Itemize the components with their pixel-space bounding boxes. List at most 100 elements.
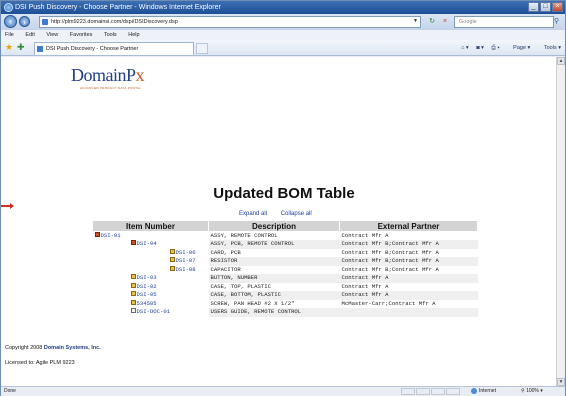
item-cell[interactable]: DSI-01 bbox=[92, 231, 209, 240]
tab-dsi-push-discovery[interactable]: DSI Push Discovery - Choose Partner bbox=[34, 42, 194, 55]
item-number: DSI-06 bbox=[175, 248, 196, 256]
menu-tools[interactable]: Tools bbox=[104, 32, 117, 38]
window-controls: _ □ × bbox=[528, 2, 563, 12]
copyright-text: Copyright 2008 Domain Systems, Inc. bbox=[5, 345, 101, 351]
item-cell[interactable]: DSI-04 bbox=[92, 240, 209, 249]
item-number: DSI-08 bbox=[175, 265, 196, 273]
feeds-icon[interactable]: ◙ ▾ bbox=[476, 45, 484, 51]
maximize-button[interactable]: □ bbox=[540, 2, 551, 12]
ie-icon bbox=[4, 3, 13, 12]
logo-text: DomainP bbox=[71, 65, 136, 85]
menu-view[interactable]: View bbox=[46, 32, 58, 38]
item-cell[interactable]: DSI-02 bbox=[92, 282, 209, 291]
description-cell: CASE, TOP, PLASTIC bbox=[208, 282, 340, 291]
item-number: DSI-01 bbox=[100, 232, 121, 239]
domainpx-logo: DomainPx bbox=[71, 65, 144, 86]
partner-cell: Contract Mfr A bbox=[339, 282, 478, 291]
description-cell: RESISTOR bbox=[208, 257, 340, 266]
search-input[interactable]: Google bbox=[454, 16, 554, 28]
minimize-button[interactable]: _ bbox=[528, 2, 539, 12]
forward-button[interactable]: › bbox=[19, 16, 30, 27]
scroll-down-icon[interactable]: ▼ bbox=[557, 378, 565, 386]
page-icon bbox=[42, 19, 48, 25]
partner-cell: Contract Mfr B;Contract Mfr A bbox=[339, 265, 478, 274]
page-menu-label: Page bbox=[513, 45, 527, 51]
bom-table: Item Number Description External Partner… bbox=[92, 220, 478, 317]
table-row: DSI-07 RESISTOR Contract Mfr B;Contract … bbox=[92, 257, 478, 266]
security-zone[interactable]: Internet bbox=[471, 387, 496, 396]
status-cell bbox=[416, 388, 430, 395]
description-cell: CAPACITOR bbox=[208, 265, 340, 274]
part-icon bbox=[130, 274, 136, 280]
stop-icon[interactable]: × bbox=[440, 17, 450, 27]
table-row: DSI-06 CARD, PCB Contract Mfr B;Contract… bbox=[92, 248, 478, 257]
item-cell[interactable]: DSI-07 bbox=[92, 257, 209, 266]
navigation-bar: ‹ › http://plm9223.domainsi.com/dspi/DSI… bbox=[1, 14, 565, 30]
item-number: DSI-04 bbox=[136, 240, 157, 248]
menu-help[interactable]: Help bbox=[128, 32, 139, 38]
expand-all-link[interactable]: Expand all bbox=[239, 211, 267, 217]
collapse-all-link[interactable]: Collapse all bbox=[281, 211, 312, 217]
table-row: 534505 SCREW, PAN HEAD #2 X 1/2" McMaste… bbox=[92, 299, 478, 308]
red-arrow-icon bbox=[1, 203, 14, 209]
description-cell: CARD, PCB bbox=[208, 248, 340, 257]
description-cell: ASSY, PCB, REMOTE CONTROL bbox=[208, 240, 340, 249]
globe-icon bbox=[471, 387, 477, 394]
tools-menu[interactable]: Tools ▾ bbox=[538, 45, 561, 51]
item-number: DSI-02 bbox=[136, 282, 157, 290]
zoom-level[interactable]: ⚲ 100% ▾ bbox=[521, 387, 543, 396]
window-title: DSI Push Discovery - Choose Partner - Wi… bbox=[15, 4, 221, 11]
header-item-number: Item Number bbox=[92, 220, 209, 232]
item-cell[interactable]: DSI-03 bbox=[92, 274, 209, 283]
item-cell[interactable]: 534505 bbox=[92, 299, 209, 308]
menu-file[interactable]: File bbox=[5, 32, 14, 38]
home-icon[interactable]: ⌂ ▾ bbox=[461, 45, 469, 51]
page-content: DomainPx ADVANCED PRODUCT DATA PORTAL Up… bbox=[1, 57, 556, 386]
vertical-scrollbar[interactable]: ▲ ▼ bbox=[556, 57, 565, 386]
table-row: DSI-01 ASSY, REMOTE CONTROL Contract Mfr… bbox=[92, 231, 478, 240]
table-row: DSI-08 CAPACITOR Contract Mfr B;Contract… bbox=[92, 265, 478, 274]
part-icon bbox=[169, 248, 175, 254]
partner-cell: Contract Mfr A bbox=[339, 274, 478, 283]
menu-edit[interactable]: Edit bbox=[25, 32, 34, 38]
header-external-partner: External Partner bbox=[339, 220, 478, 232]
address-bar[interactable]: http://plm9223.domainsi.com/dspi/DSIDisc… bbox=[39, 16, 421, 28]
partner-cell bbox=[339, 308, 478, 317]
add-favorite-icon[interactable]: ✚ bbox=[17, 42, 25, 53]
new-tab-button[interactable] bbox=[196, 43, 208, 54]
favorites-bar: ★ ✚ DSI Push Discovery - Choose Partner … bbox=[1, 40, 565, 56]
document-icon bbox=[130, 308, 136, 314]
part-icon bbox=[169, 257, 175, 263]
page-menu[interactable]: Page ▾ bbox=[507, 45, 530, 51]
page-title: Updated BOM Table bbox=[213, 185, 355, 202]
refresh-icon[interactable]: ↻ bbox=[427, 17, 437, 27]
item-cell[interactable]: DSI-DOC-01 bbox=[92, 308, 209, 317]
tools-menu-label: Tools bbox=[543, 45, 557, 51]
menu-favorites[interactable]: Favorites bbox=[70, 32, 93, 38]
back-button[interactable]: ‹ bbox=[4, 15, 17, 28]
search-icon[interactable]: ⚲ bbox=[554, 16, 564, 28]
scroll-up-icon[interactable]: ▲ bbox=[557, 57, 565, 65]
item-number: DSI-07 bbox=[175, 257, 196, 265]
license-text: Licensed to: Agile PLM 9223 bbox=[5, 360, 75, 366]
item-cell[interactable]: DSI-06 bbox=[92, 248, 209, 257]
print-icon[interactable]: ⎙ ▾ bbox=[491, 45, 499, 51]
header-description: Description bbox=[208, 220, 340, 232]
description-cell: ASSY, REMOTE CONTROL bbox=[208, 231, 340, 240]
partner-cell: Contract Mfr A bbox=[339, 231, 478, 240]
item-cell[interactable]: DSI-05 bbox=[92, 291, 209, 300]
browser-window: DSI Push Discovery - Choose Partner - Wi… bbox=[0, 0, 566, 396]
logo-tagline: ADVANCED PRODUCT DATA PORTAL bbox=[80, 86, 142, 90]
item-cell[interactable]: DSI-08 bbox=[92, 265, 209, 274]
address-dropdown-icon[interactable]: ▼ bbox=[413, 18, 419, 24]
partner-cell: Contract Mfr B;Contract Mfr A bbox=[339, 240, 478, 249]
partner-cell: Contract Mfr A bbox=[339, 291, 478, 300]
partner-cell: McMaster-Carr;Contract Mfr A bbox=[339, 299, 478, 308]
status-text: Done bbox=[4, 388, 16, 394]
zoom-value: 100% bbox=[526, 388, 539, 394]
company-name: Domain Systems, Inc. bbox=[43, 345, 101, 351]
tab-page-icon bbox=[37, 46, 43, 52]
favorites-star-icon[interactable]: ★ bbox=[5, 42, 13, 53]
item-number: DSI-03 bbox=[136, 274, 157, 282]
close-button[interactable]: × bbox=[552, 2, 563, 12]
